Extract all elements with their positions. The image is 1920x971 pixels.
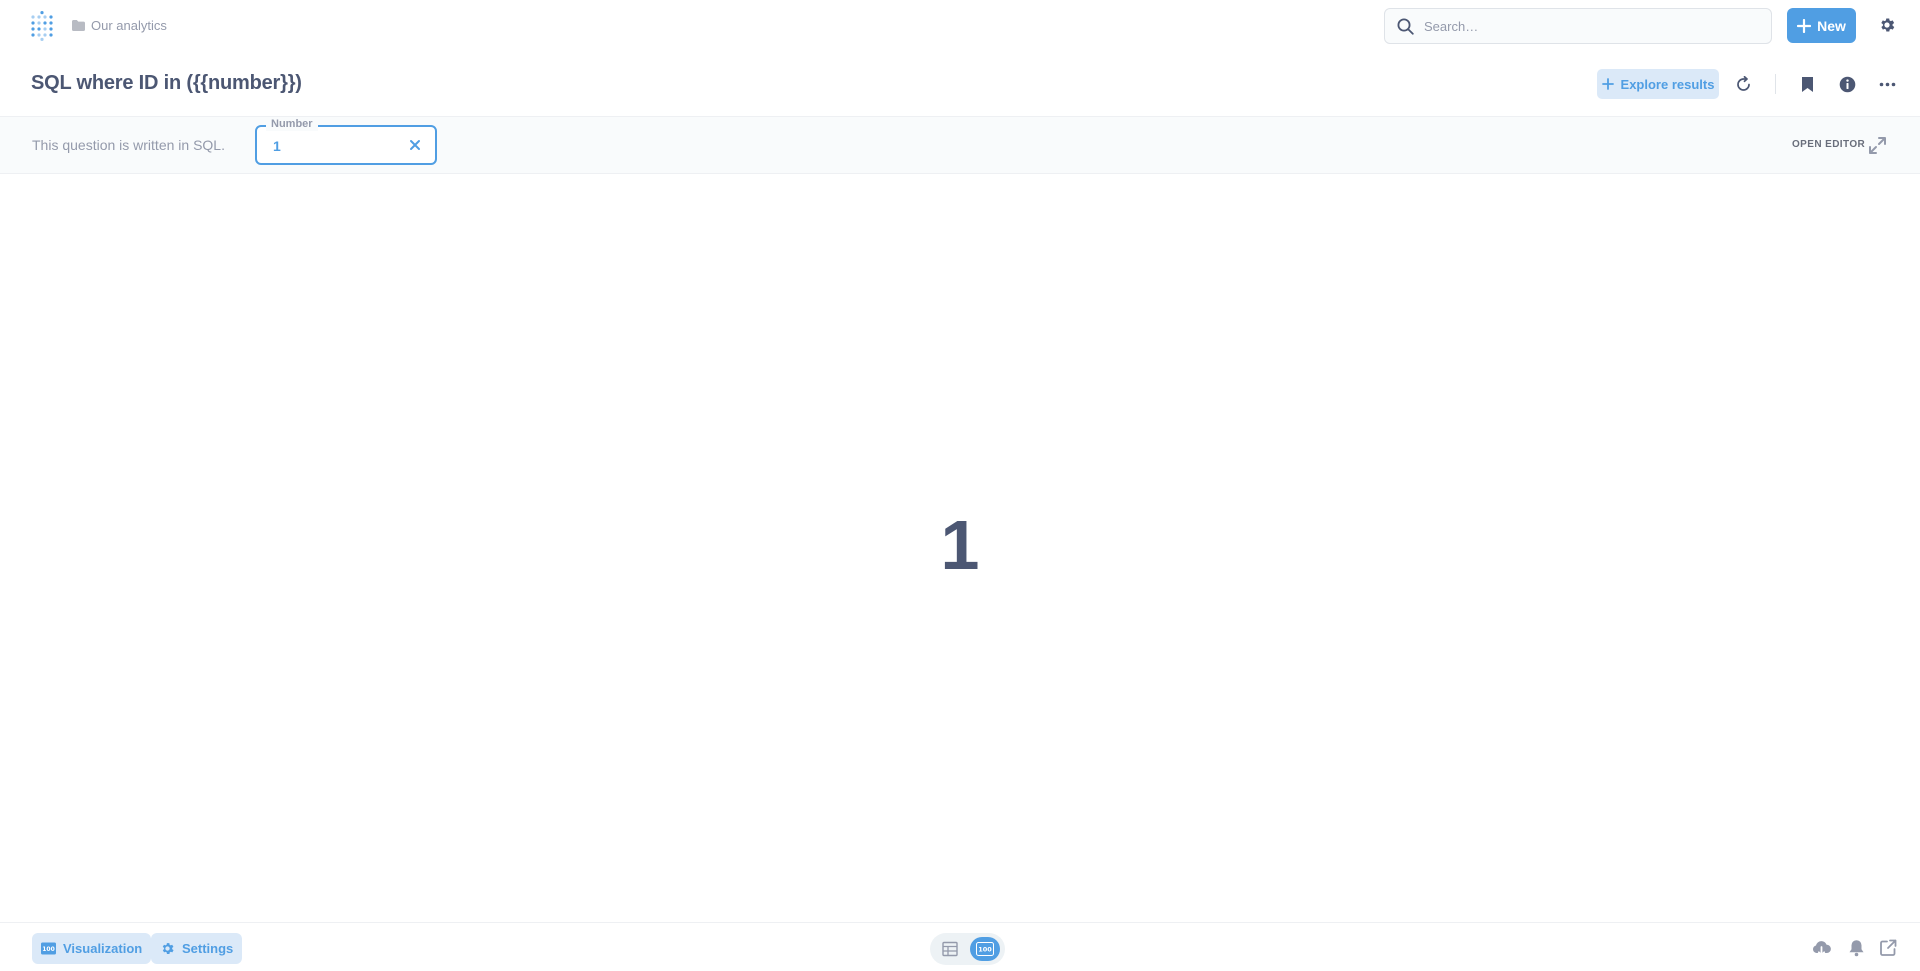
bell-icon[interactable]: [1847, 939, 1866, 957]
header-divider: [1775, 74, 1776, 94]
table-viz-toggle[interactable]: 100: [930, 933, 1005, 965]
top-navigation: Our analytics New: [0, 0, 1920, 50]
folder-icon: [72, 19, 85, 31]
visualization-button[interactable]: 100 Visualization: [32, 933, 152, 964]
explore-results-label: Explore results: [1620, 76, 1715, 92]
viz-toggle-active[interactable]: 100: [970, 937, 1000, 961]
sql-note: This question is written in SQL.: [32, 137, 225, 153]
explore-results-button[interactable]: Explore results: [1597, 69, 1719, 99]
new-button-label: New: [1817, 17, 1846, 34]
toggle-badge: 100: [978, 946, 992, 954]
bookmark-icon[interactable]: [1799, 76, 1816, 93]
question-header: SQL where ID in ({{number}}) Explore res…: [0, 50, 1920, 117]
breadcrumb-label: Our analytics: [91, 17, 167, 33]
search-input[interactable]: [1424, 18, 1744, 34]
table-icon[interactable]: [942, 941, 958, 957]
close-icon[interactable]: [409, 139, 421, 151]
plus-icon: [1601, 78, 1614, 90]
plus-icon: [1797, 18, 1812, 33]
search-icon: [1397, 18, 1414, 35]
number-viz-icon: 100: [41, 942, 56, 955]
number-parameter-widget[interactable]: Number 1: [255, 117, 437, 165]
parameter-label: Number: [266, 117, 318, 131]
settings-button[interactable]: Settings: [151, 933, 243, 964]
expand-icon[interactable]: [1868, 136, 1887, 155]
view-footer: 100 Visualization Settings 100: [0, 922, 1920, 971]
gear-icon: [162, 943, 174, 954]
viz-icon-badge: 100: [42, 946, 55, 953]
ellipsis-icon[interactable]: [1879, 76, 1896, 93]
external-link-icon[interactable]: [1879, 939, 1898, 957]
scalar-value[interactable]: 1: [0, 510, 1920, 580]
breadcrumb-collection[interactable]: Our analytics: [72, 16, 167, 34]
new-button[interactable]: New: [1787, 8, 1856, 43]
native-query-bar: This question is written in SQL. Number …: [0, 117, 1920, 174]
gear-icon[interactable]: [1878, 16, 1896, 34]
refresh-icon[interactable]: [1735, 76, 1752, 93]
open-editor-button[interactable]: OPEN EDITOR: [1792, 139, 1865, 150]
cloud-download-icon[interactable]: [1812, 939, 1831, 957]
app-root: Our analytics New SQL where ID in ({{num…: [0, 0, 1920, 971]
visualization-label: Visualization: [63, 941, 143, 956]
settings-label: Settings: [182, 941, 234, 956]
info-icon[interactable]: [1839, 76, 1856, 93]
page-title[interactable]: SQL where ID in ({{number}}): [31, 72, 302, 95]
search-bar[interactable]: [1384, 8, 1772, 44]
number-viz-icon: 100: [976, 942, 994, 956]
parameter-value[interactable]: 1: [273, 138, 281, 154]
metabase-logo-icon[interactable]: [30, 11, 56, 41]
